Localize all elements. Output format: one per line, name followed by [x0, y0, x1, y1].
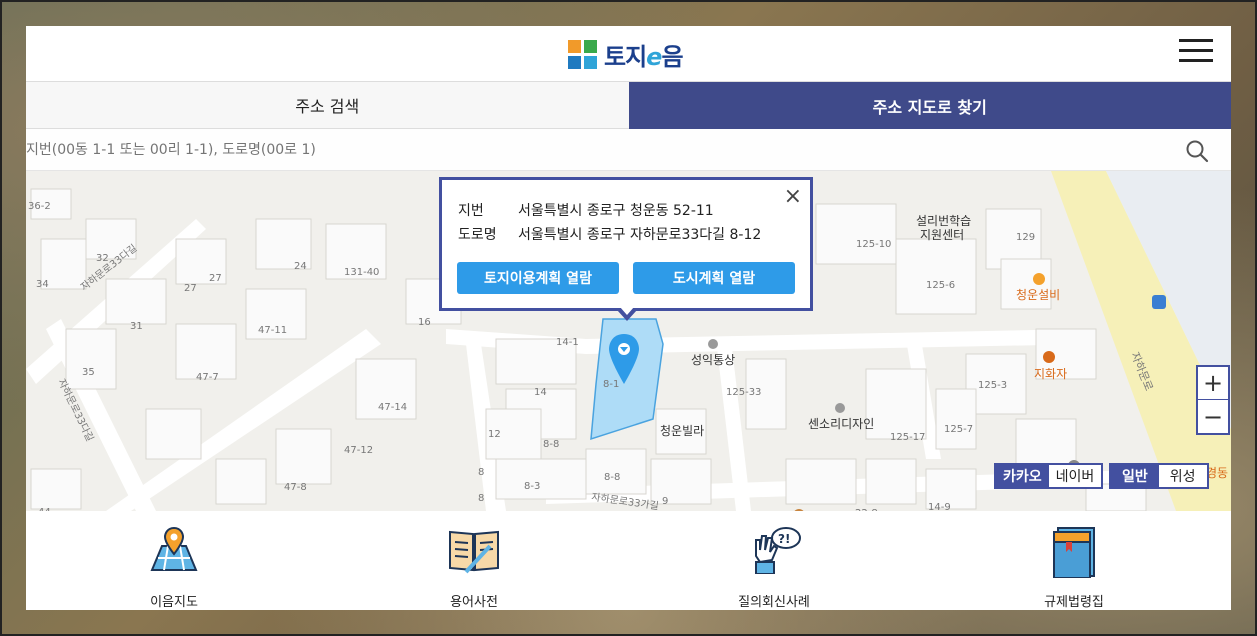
svg-text:125-10: 125-10	[856, 239, 891, 250]
bottom-nav: 이음지도 용어사전 ?! 질의회신사례 규제법령집	[26, 511, 1231, 610]
svg-text:35: 35	[82, 367, 95, 378]
nav-label: 규제법령집	[1044, 595, 1104, 610]
jibun-value: 서울특별시 종로구 청운동 52-11	[518, 203, 714, 219]
road-address-label: 도로명	[458, 227, 497, 243]
svg-text:27: 27	[209, 273, 222, 284]
header: 토지e음	[26, 26, 1231, 82]
search-bar	[26, 129, 1231, 171]
close-icon[interactable]: ×	[784, 186, 802, 208]
logo[interactable]: 토지e음	[568, 37, 684, 72]
svg-text:14-1: 14-1	[556, 337, 579, 348]
svg-text:8-8: 8-8	[543, 439, 559, 450]
jibun-row: 지번 서울특별시 종로구 청운동 52-11	[458, 200, 714, 220]
map-type-option-normal[interactable]: 일반	[1111, 465, 1159, 487]
svg-text:8: 8	[478, 493, 484, 504]
svg-text:?!: ?!	[778, 532, 790, 546]
svg-text:14-9: 14-9	[928, 502, 951, 511]
svg-text:성익통상: 성익통상	[691, 353, 735, 367]
svg-text:지화자: 지화자	[1034, 367, 1067, 381]
nav-item-glossary[interactable]: 용어사전	[374, 511, 574, 610]
svg-text:8-8: 8-8	[604, 472, 620, 483]
svg-text:129: 129	[1016, 232, 1035, 243]
svg-text:125-7: 125-7	[944, 424, 973, 435]
svg-text:8: 8	[478, 467, 484, 478]
logo-mark-icon	[568, 39, 598, 70]
nav-label: 용어사전	[450, 595, 498, 610]
svg-text:47-7: 47-7	[196, 372, 219, 383]
road-address-row: 도로명 서울특별시 종로구 자하문로33다길 8-12	[458, 224, 761, 244]
zoom-out-button[interactable]: −	[1198, 400, 1228, 433]
map-provider-toggle: 카카오 네이버	[994, 463, 1104, 489]
provider-option-kakao[interactable]: 카카오	[996, 465, 1049, 487]
map-pin-icon	[150, 526, 198, 571]
svg-text:설리번학습: 설리번학습	[916, 214, 971, 228]
search-input[interactable]	[26, 129, 1166, 171]
svg-text:125-3: 125-3	[978, 380, 1007, 391]
svg-text:24: 24	[294, 261, 307, 272]
svg-text:47-11: 47-11	[258, 325, 287, 336]
popup-pointer	[617, 307, 637, 321]
zoom-in-button[interactable]: +	[1198, 367, 1228, 400]
svg-text:16: 16	[418, 317, 431, 328]
tab-bar: 주소 검색 주소 지도로 찾기	[26, 82, 1231, 129]
svg-text:8-1: 8-1	[603, 379, 619, 390]
svg-text:센소리디자인: 센소리디자인	[808, 417, 874, 431]
hamburger-menu-icon[interactable]	[1179, 39, 1213, 63]
map-type-option-satellite[interactable]: 위성	[1159, 465, 1207, 487]
svg-text:27: 27	[184, 283, 197, 294]
svg-text:47-12: 47-12	[344, 445, 373, 456]
svg-text:12: 12	[488, 429, 501, 440]
tab-find-on-map[interactable]: 주소 지도로 찾기	[628, 82, 1231, 129]
svg-text:47-8: 47-8	[284, 482, 307, 493]
svg-text:지원센터: 지원센터	[920, 228, 964, 242]
svg-text:경동: 경동	[1206, 466, 1228, 480]
zoom-control: + −	[1196, 365, 1230, 435]
nav-item-eum-map[interactable]: 이음지도	[74, 511, 274, 610]
tab-address-search[interactable]: 주소 검색	[26, 82, 629, 129]
provider-option-naver[interactable]: 네이버	[1049, 465, 1102, 487]
svg-text:125-17: 125-17	[890, 432, 925, 443]
svg-text:131-40: 131-40	[344, 267, 379, 278]
nav-item-qa-cases[interactable]: ?! 질의회신사례	[674, 511, 874, 610]
svg-text:8-3: 8-3	[524, 481, 540, 492]
svg-text:125-6: 125-6	[926, 280, 955, 291]
svg-text:14: 14	[534, 387, 547, 398]
svg-text:47-14: 47-14	[378, 402, 407, 413]
nav-label: 이음지도	[150, 595, 198, 610]
svg-text:청운빌라: 청운빌라	[660, 424, 704, 438]
svg-text:125-33: 125-33	[726, 387, 761, 398]
svg-text:36-2: 36-2	[28, 201, 51, 212]
book-dictionary-icon	[449, 530, 499, 574]
svg-text:9: 9	[662, 496, 668, 507]
land-use-plan-button[interactable]: 토지이용계획 열람	[457, 262, 619, 294]
svg-text:청운설비: 청운설비	[1016, 288, 1060, 302]
question-hand-icon: ?!	[755, 527, 801, 574]
nav-item-regulation-laws[interactable]: 규제법령집	[974, 511, 1174, 610]
svg-text:31: 31	[130, 321, 143, 332]
law-book-icon	[1053, 527, 1095, 578]
logo-text: 토지e음	[604, 43, 684, 71]
jibun-label: 지번	[458, 203, 484, 219]
map-type-toggle: 일반 위성	[1109, 463, 1209, 489]
city-plan-button[interactable]: 도시계획 열람	[633, 262, 795, 294]
app-card: 토지e음 주소 검색 주소 지도로 찾기 36-2 32 34 27 24 13…	[26, 26, 1231, 610]
nav-label: 질의회신사례	[738, 595, 810, 610]
parcel-info-popup: × 지번 서울특별시 종로구 청운동 52-11 도로명 서울특별시 종로구 자…	[439, 177, 813, 311]
road-address-value: 서울특별시 종로구 자하문로33다길 8-12	[518, 227, 762, 243]
search-icon[interactable]	[1185, 139, 1209, 163]
svg-text:34: 34	[36, 279, 49, 290]
